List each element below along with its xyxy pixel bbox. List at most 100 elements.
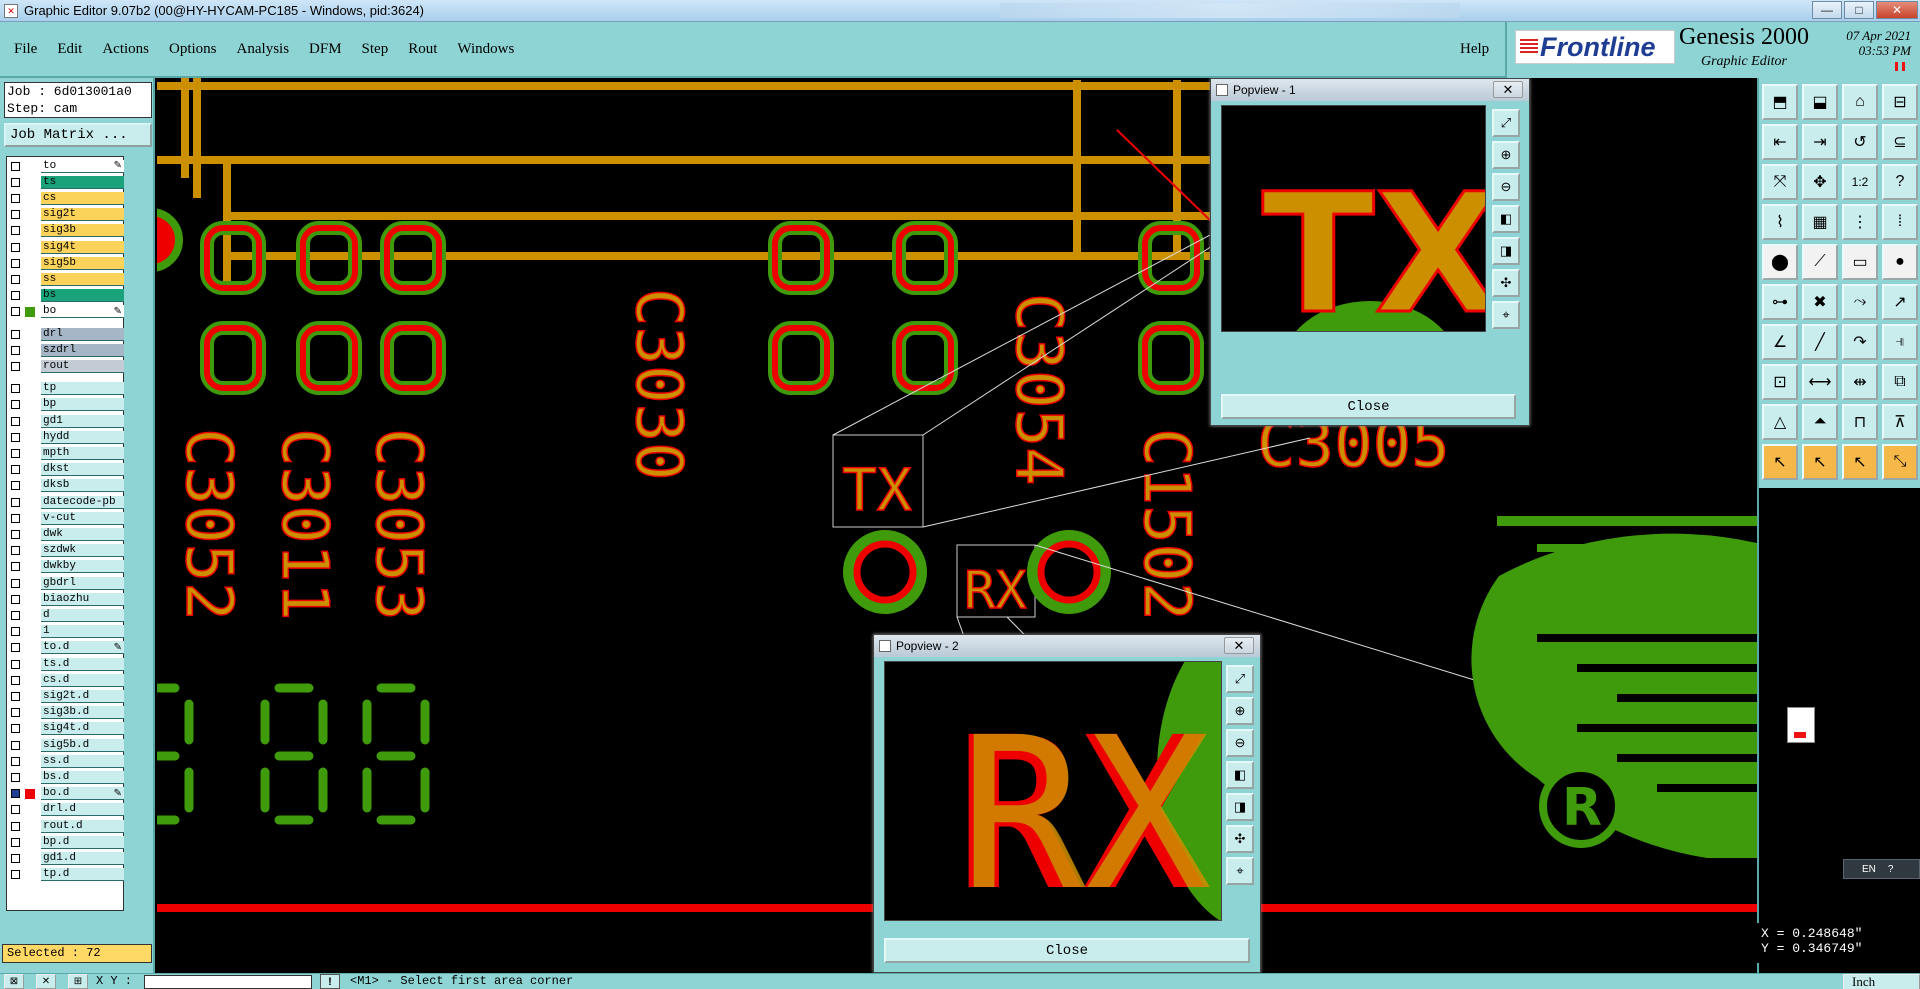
- layer-row[interactable]: dksb: [7, 479, 125, 493]
- units-selector[interactable]: Inch: [1843, 974, 1920, 989]
- help-icon[interactable]: ?: [1882, 164, 1918, 200]
- layer-row[interactable]: szdrl: [7, 343, 125, 357]
- layer-row[interactable]: hydd: [7, 430, 125, 444]
- layer-row[interactable]: sig2t: [7, 208, 125, 222]
- popview-pan-left-icon[interactable]: ◧: [1492, 205, 1520, 233]
- scale-icon[interactable]: 1:2: [1842, 164, 1878, 200]
- layer-checkbox[interactable]: [11, 627, 20, 637]
- layer-checkbox[interactable]: [11, 740, 20, 750]
- layer-checkbox[interactable]: [11, 481, 20, 491]
- layer-row[interactable]: bs: [7, 289, 125, 303]
- layer-row[interactable]: ts.d: [7, 657, 125, 671]
- popview-center-icon[interactable]: ⌖: [1226, 857, 1254, 885]
- angle-icon[interactable]: ∠: [1762, 324, 1798, 360]
- layer-checkbox[interactable]: [11, 756, 20, 766]
- menu-rout[interactable]: Rout: [408, 41, 437, 58]
- layer-checkbox[interactable]: [11, 384, 20, 394]
- popview-zoom-out-icon[interactable]: ⊖: [1226, 729, 1254, 757]
- save-layer-icon[interactable]: ⬒: [1762, 84, 1798, 120]
- layer-checkbox[interactable]: [11, 546, 20, 556]
- layer-row[interactable]: tp: [7, 382, 125, 396]
- line-icon[interactable]: ⟋: [1802, 244, 1838, 280]
- layer-checkbox[interactable]: [11, 853, 20, 863]
- layer-checkbox[interactable]: [11, 258, 20, 268]
- popview-1-close-icon[interactable]: ✕: [1493, 81, 1523, 98]
- popview-zoom-in-icon[interactable]: ⊕: [1226, 697, 1254, 725]
- measure-icon[interactable]: ⌇: [1762, 204, 1798, 240]
- popview-zoom-out-icon[interactable]: ⊖: [1492, 173, 1520, 201]
- arc-icon[interactable]: ↷: [1842, 324, 1878, 360]
- popview-1-titlebar[interactable]: Popview - 1 ✕: [1211, 79, 1529, 101]
- layer-checkbox[interactable]: [11, 226, 20, 236]
- layer-row[interactable]: dkst: [7, 463, 125, 477]
- layer-row[interactable]: cs: [7, 191, 125, 205]
- layer-row[interactable]: v-cut: [7, 511, 125, 525]
- slash-icon[interactable]: ╱: [1802, 324, 1838, 360]
- layer-row[interactable]: tp.d: [7, 868, 125, 882]
- menu-dfm[interactable]: DFM: [309, 41, 342, 58]
- xy-input[interactable]: [144, 975, 312, 989]
- menu-help[interactable]: Help: [1460, 41, 1489, 58]
- copy-icon[interactable]: ⧉: [1882, 364, 1918, 400]
- popview-center-icon[interactable]: ⌖: [1492, 301, 1520, 329]
- resize-icon[interactable]: ⇹: [1842, 364, 1878, 400]
- layer-checkbox[interactable]: [11, 724, 20, 734]
- layer-checkbox[interactable]: [11, 578, 20, 588]
- layer-checkbox[interactable]: [11, 513, 20, 523]
- popview-fit-icon[interactable]: ✣: [1492, 269, 1520, 297]
- job-matrix-button[interactable]: Job Matrix ...: [4, 123, 152, 147]
- subset-icon[interactable]: ⊆: [1882, 124, 1918, 160]
- layer-row[interactable]: to ✎: [7, 159, 125, 173]
- layer-row[interactable]: sig4t: [7, 240, 125, 254]
- layer-row[interactable]: mpth: [7, 446, 125, 460]
- layer-row[interactable]: to.d ✎: [7, 641, 125, 655]
- layer-checkbox[interactable]: [11, 821, 20, 831]
- layer-row[interactable]: szdwk: [7, 544, 125, 558]
- grid-icon[interactable]: ⊞: [68, 974, 88, 989]
- maximize-button[interactable]: □: [1844, 1, 1874, 19]
- move-icon[interactable]: ⟷: [1802, 364, 1838, 400]
- select-icon[interactable]: ⊡: [1762, 364, 1798, 400]
- layer-row[interactable]: cs.d: [7, 673, 125, 687]
- outline-icon[interactable]: ⊓: [1842, 404, 1878, 440]
- layer-checkbox[interactable]: [11, 562, 20, 572]
- layer-row[interactable]: bp: [7, 398, 125, 412]
- next-icon[interactable]: ⇥: [1802, 124, 1838, 160]
- layer-checkbox[interactable]: [11, 210, 20, 220]
- layer-checkbox[interactable]: [11, 448, 20, 458]
- layer-row[interactable]: biaozhu: [7, 592, 125, 606]
- layer-checkbox[interactable]: [11, 432, 20, 442]
- fit-icon[interactable]: ⤧: [1762, 164, 1798, 200]
- select-pointer-icon[interactable]: ↖: [1802, 444, 1838, 480]
- panel-icon[interactable]: ⊟: [1882, 84, 1918, 120]
- layer-checkbox[interactable]: [11, 594, 20, 604]
- layer-checkbox[interactable]: [11, 805, 20, 815]
- grid-snap-icon[interactable]: ✕: [36, 974, 56, 989]
- layer-checkbox[interactable]: [11, 789, 20, 799]
- popview-1-window[interactable]: Popview - 1 ✕ TX ⤢ ⊕ ⊖ ◧ ◨ ✣ ⌖ Close: [1210, 78, 1530, 426]
- layer-row[interactable]: bp.d: [7, 835, 125, 849]
- prev-icon[interactable]: ⇤: [1762, 124, 1798, 160]
- triangle-icon[interactable]: △: [1762, 404, 1798, 440]
- layer-row[interactable]: rout: [7, 359, 125, 373]
- menu-analysis[interactable]: Analysis: [237, 41, 290, 58]
- layer-row[interactable]: ss.d: [7, 754, 125, 768]
- info-icon[interactable]: !: [320, 974, 340, 989]
- popview-pan-right-icon[interactable]: ◨: [1492, 237, 1520, 265]
- popview-2-close-icon[interactable]: ✕: [1224, 637, 1254, 654]
- layer-row[interactable]: d: [7, 608, 125, 622]
- layer-checkbox[interactable]: [11, 497, 20, 507]
- layer-checkbox[interactable]: [11, 361, 20, 371]
- popview-1-close-button[interactable]: Close: [1221, 394, 1516, 419]
- delete-icon[interactable]: ✖: [1802, 284, 1838, 320]
- layer-row[interactable]: datecode-pb: [7, 495, 125, 509]
- popview-2-titlebar[interactable]: Popview - 2 ✕: [874, 635, 1260, 657]
- tracks-icon[interactable]: ⁞: [1882, 204, 1918, 240]
- layer-checkbox[interactable]: [11, 416, 20, 426]
- layer-checkbox[interactable]: [11, 708, 20, 718]
- layer-row[interactable]: sig2t.d: [7, 689, 125, 703]
- circle-icon[interactable]: ●: [1882, 244, 1918, 280]
- layer-checkbox[interactable]: [11, 675, 20, 685]
- layer-checkbox[interactable]: [11, 772, 20, 782]
- layer-row[interactable]: 1: [7, 625, 125, 639]
